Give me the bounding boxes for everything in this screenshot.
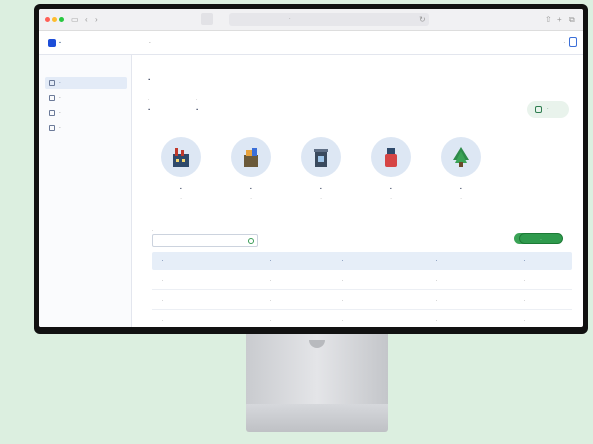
- close-window-button[interactable]: [45, 17, 50, 22]
- impact-card: · ·: [431, 137, 491, 201]
- impact-icon-circle: [161, 137, 201, 177]
- tab-icon[interactable]: [201, 13, 213, 25]
- impact-description: ·: [460, 196, 462, 201]
- impact-icon-circle: [441, 137, 481, 177]
- impact-description: ·: [320, 196, 322, 201]
- impact-icon-circle: [371, 137, 411, 177]
- sidebar-item-3[interactable]: ·: [45, 107, 127, 119]
- table-cell: ·: [342, 298, 344, 303]
- table-header: · · · · ·: [152, 252, 572, 270]
- search-label: ·: [152, 228, 154, 233]
- monitor-stand-base: [246, 404, 388, 432]
- stat-value: ·: [148, 105, 151, 114]
- stat-label: ·: [196, 97, 198, 102]
- sidebar-item-label: ·: [59, 80, 61, 86]
- sidebar-toggle-icon[interactable]: ▭: [71, 14, 79, 26]
- sidebar-item-label: ·: [59, 95, 61, 101]
- sidebar: · · · ·: [39, 55, 132, 327]
- table-row[interactable]: · · · · ·: [152, 290, 572, 310]
- table-cell: ·: [270, 278, 272, 283]
- impact-description: ·: [180, 196, 182, 201]
- monitor-frame: ▭ ‹ › · ↻ ⇧ + ⧉ · · · · · · · · · · · · …: [34, 4, 588, 334]
- table-cell: ·: [342, 318, 344, 323]
- forward-arrow-icon[interactable]: ›: [95, 14, 98, 26]
- share-button[interactable]: ·: [527, 101, 569, 118]
- table-row[interactable]: · · · · ·: [152, 270, 572, 290]
- impact-icon-circle: [301, 137, 341, 177]
- impact-value: ·: [179, 186, 183, 193]
- layers-icon: [49, 95, 55, 101]
- phone-icon: [385, 148, 397, 167]
- share-button-label: ·: [547, 106, 549, 112]
- recycle-icon: [244, 148, 258, 167]
- column-header[interactable]: ·: [162, 258, 164, 263]
- impact-value: ·: [389, 186, 393, 193]
- sidebar-item-1[interactable]: ·: [45, 77, 127, 89]
- secondary-action-button[interactable]: ·: [519, 233, 563, 244]
- impact-value: ·: [459, 186, 463, 193]
- share-icon[interactable]: ⇧: [545, 14, 552, 26]
- stat-value: ·: [196, 105, 199, 114]
- app-title: ·: [149, 40, 151, 46]
- factory-icon: [173, 148, 189, 167]
- table-cell: ·: [436, 278, 438, 283]
- minimize-window-button[interactable]: [52, 17, 57, 22]
- column-header[interactable]: ·: [342, 258, 344, 263]
- column-header[interactable]: ·: [436, 258, 438, 263]
- user-label[interactable]: ·: [563, 40, 565, 46]
- grid-icon: [49, 125, 55, 131]
- impact-description: ·: [390, 196, 392, 201]
- impact-card: · ·: [291, 137, 351, 201]
- app-header: · · ·: [39, 31, 583, 55]
- tree-icon: [453, 147, 469, 167]
- table-cell: ·: [162, 318, 164, 323]
- bin-icon: [314, 149, 328, 167]
- tabs-overview-icon[interactable]: ⧉: [569, 14, 575, 26]
- data-table: · · · · · · · · · · · · · · · · · · · ·: [152, 252, 572, 327]
- impact-card: · ·: [151, 137, 211, 201]
- sidebar-item-4[interactable]: ·: [45, 122, 127, 134]
- home-icon: [49, 80, 55, 86]
- search-icon[interactable]: [248, 238, 254, 244]
- table-cell: ·: [270, 318, 272, 323]
- column-header[interactable]: ·: [524, 258, 526, 263]
- sidebar-item-label: ·: [59, 110, 61, 116]
- trophy-icon: [49, 110, 55, 116]
- impact-description: ·: [250, 196, 252, 201]
- impact-value: ·: [249, 186, 253, 193]
- screen: ▭ ‹ › · ↻ ⇧ + ⧉ · · · · · · · · · · · · …: [39, 9, 583, 327]
- sidebar-item-label: ·: [59, 125, 61, 131]
- table-cell: ·: [342, 278, 344, 283]
- stat-label: ·: [148, 97, 150, 102]
- logo-text: ·: [59, 39, 62, 47]
- browser-toolbar: ▭ ‹ › · ↻ ⇧ + ⧉: [39, 9, 583, 31]
- impact-card: · ·: [361, 137, 421, 201]
- page-title: ·: [148, 74, 151, 84]
- table-cell: ·: [162, 298, 164, 303]
- logo-mark-icon: [48, 39, 56, 47]
- user-device-icon[interactable]: [569, 37, 577, 47]
- url-bar[interactable]: ·: [229, 13, 429, 26]
- impact-icon-circle: [231, 137, 271, 177]
- search-input[interactable]: [152, 234, 258, 247]
- impact-card: · ·: [221, 137, 281, 201]
- reload-icon[interactable]: ↻: [419, 14, 426, 26]
- back-arrow-icon[interactable]: ‹: [85, 14, 88, 26]
- sidebar-item-2[interactable]: ·: [45, 92, 127, 104]
- table-cell: ·: [270, 298, 272, 303]
- table-cell: ·: [524, 298, 526, 303]
- table-row[interactable]: · · · · ·: [152, 310, 572, 327]
- table-cell: ·: [436, 298, 438, 303]
- table-cell: ·: [524, 278, 526, 283]
- column-header[interactable]: ·: [270, 258, 272, 263]
- maximize-window-button[interactable]: [59, 17, 64, 22]
- table-cell: ·: [162, 278, 164, 283]
- table-cell: ·: [524, 318, 526, 323]
- impact-value: ·: [319, 186, 323, 193]
- share-icon: [535, 106, 542, 113]
- app-logo[interactable]: ·: [48, 39, 61, 47]
- table-cell: ·: [436, 318, 438, 323]
- new-tab-icon[interactable]: +: [557, 14, 562, 26]
- url-text: ·: [289, 16, 291, 22]
